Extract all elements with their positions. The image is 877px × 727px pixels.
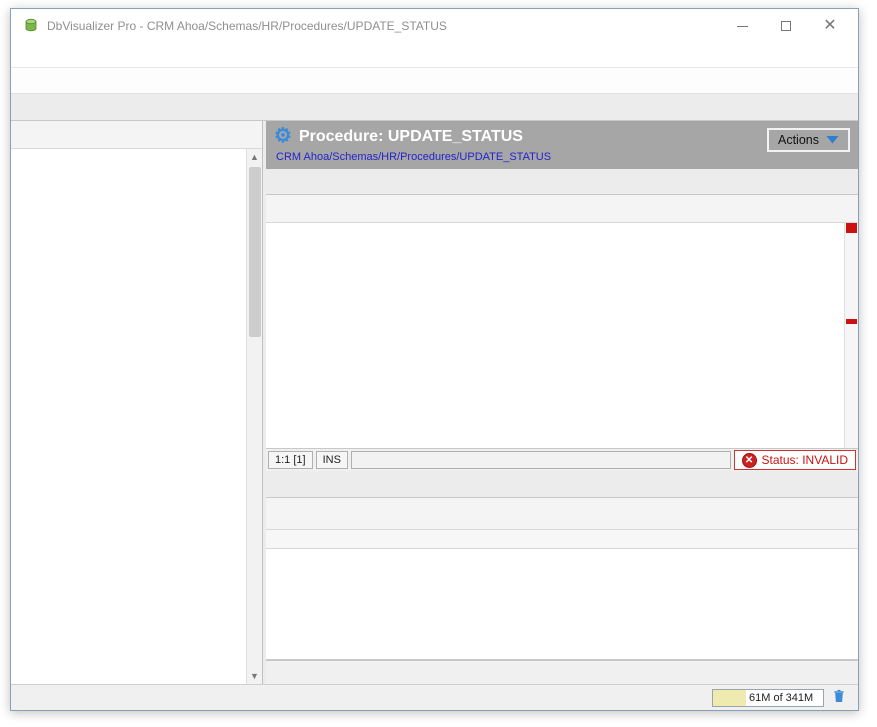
- memory-fill: [713, 690, 746, 706]
- error-mark-icon[interactable]: [846, 223, 857, 233]
- tree-scrollbar[interactable]: ▲ ▼: [246, 149, 262, 684]
- gear-proc-big-icon: ⚙: [274, 126, 292, 146]
- log-tabs: [266, 471, 858, 498]
- database-tree-panel: ▲ ▼: [11, 121, 263, 684]
- app-logo-icon: [23, 17, 39, 33]
- object-title: Procedure: UPDATE_STATUS: [299, 128, 523, 146]
- maximize-icon: [781, 21, 791, 31]
- main-toolbar: [11, 68, 858, 94]
- object-status-badge: ✕ Status: INVALID: [734, 450, 856, 470]
- sql-editor[interactable]: [266, 223, 858, 449]
- maximize-button[interactable]: [764, 12, 808, 40]
- menu-bar: [11, 43, 858, 68]
- object-header: ⚙ Procedure: UPDATE_STATUS CRM Ahoa/Sche…: [266, 121, 858, 169]
- content-area: ▲ ▼ ⚙ Procedure: UPDATE_STATUS CRM Ahoa/…: [11, 121, 858, 684]
- object-tabs: [266, 169, 858, 195]
- garbage-collect-button[interactable]: [827, 687, 850, 709]
- database-objects-tree: [11, 149, 246, 684]
- tree-toolbar: [11, 121, 262, 149]
- error-stripe: [844, 223, 858, 448]
- error-mark-icon[interactable]: [846, 319, 857, 324]
- app-window: DbVisualizer Pro - CRM Ahoa/Schemas/HR/P…: [10, 8, 859, 711]
- memory-label: 61M of 341M: [749, 692, 813, 704]
- code-area[interactable]: [266, 223, 844, 448]
- object-view-panel: ⚙ Procedure: UPDATE_STATUS CRM Ahoa/Sche…: [266, 121, 858, 684]
- title-bar: DbVisualizer Pro - CRM Ahoa/Schemas/HR/P…: [11, 9, 858, 43]
- main-tab-row: [11, 94, 858, 121]
- scroll-up-icon[interactable]: ▲: [247, 149, 262, 165]
- breadcrumb: CRM Ahoa/Schemas/HR/Procedures/UPDATE_ST…: [276, 151, 850, 163]
- log-table-header: [266, 530, 858, 549]
- actions-button[interactable]: Actions: [767, 128, 850, 152]
- actions-label: Actions: [778, 133, 819, 147]
- editor-status-bar: 1:1 [1] INS ✕ Status: INVALID: [266, 449, 858, 471]
- close-icon: ✕: [823, 18, 836, 34]
- editor-toolbar: [266, 195, 858, 223]
- minimize-button[interactable]: [720, 12, 764, 40]
- memory-monitor[interactable]: 61M of 341M: [712, 689, 824, 707]
- scrollbar-thumb[interactable]: [249, 167, 261, 337]
- caret-position: 1:1 [1]: [268, 451, 313, 469]
- trash-blue-icon: [831, 688, 847, 704]
- scroll-down-icon[interactable]: ▼: [247, 668, 262, 684]
- log-table: [266, 530, 858, 660]
- insert-mode: INS: [316, 451, 348, 469]
- caret-blue-icon: [826, 135, 839, 144]
- minimize-icon: [737, 26, 748, 27]
- editor-message-field: [351, 451, 731, 469]
- app-status-bar: 61M of 341M: [11, 684, 858, 710]
- window-title: DbVisualizer Pro - CRM Ahoa/Schemas/HR/P…: [47, 19, 720, 33]
- close-button[interactable]: ✕: [808, 12, 852, 40]
- error-circle-icon: ✕: [742, 453, 757, 468]
- log-toolbar: [266, 498, 858, 530]
